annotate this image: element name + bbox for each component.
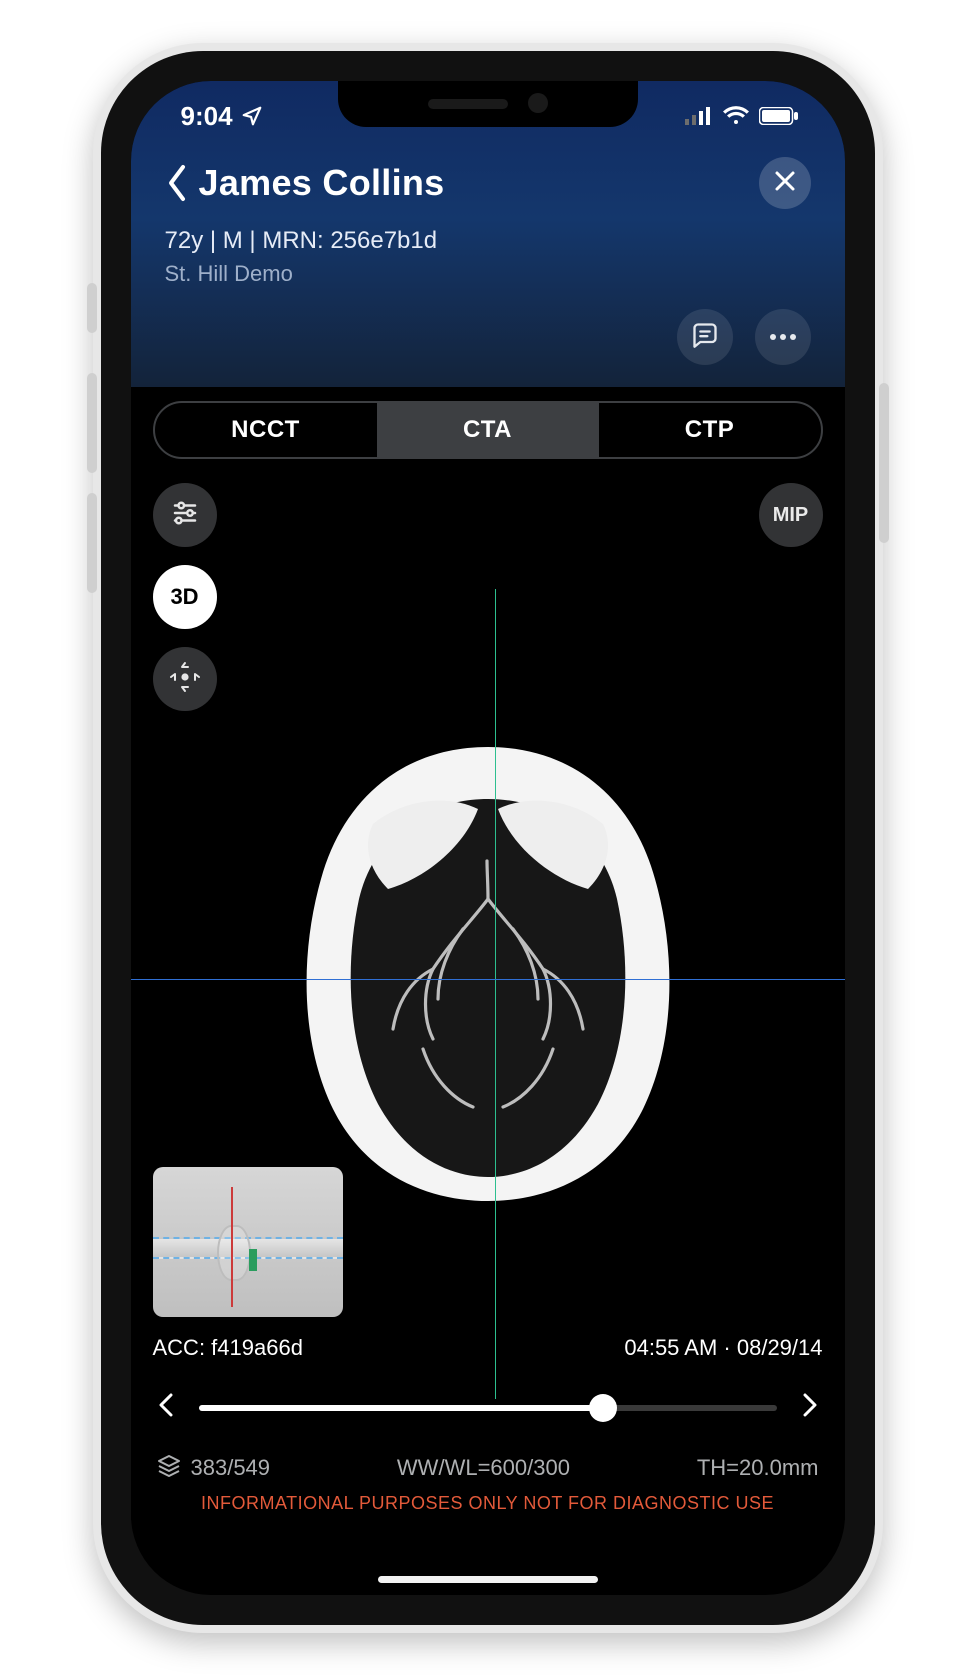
crosshair-horizontal	[131, 979, 845, 980]
location-icon	[241, 105, 263, 127]
battery-icon	[759, 107, 799, 125]
more-icon	[769, 328, 797, 346]
sliders-icon	[170, 498, 200, 533]
series-tabs: NCCT CTA CTP	[131, 387, 845, 459]
next-slice-button[interactable]	[797, 1392, 823, 1423]
volume-up-button	[87, 373, 97, 473]
prev-slice-button[interactable]	[153, 1392, 179, 1423]
back-button[interactable]: James Collins	[165, 162, 445, 204]
image-viewer[interactable]: 3D MIP	[131, 459, 845, 1439]
layers-icon	[157, 1453, 181, 1483]
chat-button[interactable]	[677, 309, 733, 365]
home-indicator[interactable]	[378, 1576, 598, 1583]
tab-cta[interactable]: CTA	[377, 403, 599, 457]
three-d-label: 3D	[170, 584, 198, 610]
settings-button[interactable]	[153, 483, 217, 547]
status-time: 9:04	[181, 101, 233, 132]
tab-cta-label: CTA	[463, 416, 512, 444]
facility-name: St. Hill Demo	[165, 261, 811, 287]
three-d-button[interactable]: 3D	[153, 565, 217, 629]
scrubber-track[interactable]	[199, 1405, 777, 1411]
power-button	[879, 383, 889, 543]
tab-ncct-label: NCCT	[231, 416, 300, 444]
ct-slice-image	[273, 739, 703, 1209]
notch	[338, 81, 638, 127]
accession-label: ACC: f419a66d	[153, 1335, 303, 1361]
mip-label: MIP	[773, 504, 809, 527]
mip-button[interactable]: MIP	[759, 483, 823, 547]
volume-down-button	[87, 493, 97, 593]
tab-ctp[interactable]: CTP	[599, 403, 821, 457]
slice-thickness: TH=20.0mm	[697, 1455, 819, 1481]
device-frame: 9:04	[0, 0, 975, 1676]
tab-ncct[interactable]: NCCT	[155, 403, 377, 457]
pan-icon	[168, 660, 202, 699]
wifi-icon	[723, 106, 749, 126]
disclaimer: INFORMATIONAL PURPOSES ONLY NOT FOR DIAG…	[157, 1493, 819, 1514]
scrubber-thumb[interactable]	[589, 1394, 617, 1422]
slice-count: 383/549	[191, 1455, 271, 1481]
slice-scrubber[interactable]	[153, 1392, 823, 1423]
crosshair-vertical	[495, 589, 496, 1399]
patient-name: James Collins	[199, 162, 445, 204]
orientation-inset[interactable]	[153, 1167, 343, 1317]
pan-button[interactable]	[153, 647, 217, 711]
mute-switch	[87, 283, 97, 333]
window-level: WW/WL=600/300	[397, 1455, 570, 1481]
patient-subline: 72y | M | MRN: 256e7b1d	[165, 227, 811, 255]
phone-bezel: 9:04	[101, 51, 875, 1625]
close-button[interactable]	[759, 157, 811, 209]
more-button[interactable]	[755, 309, 811, 365]
cellular-icon	[685, 107, 713, 125]
screen: 9:04	[131, 81, 845, 1595]
tab-ctp-label: CTP	[685, 416, 735, 444]
study-datetime: 04:55 AM · 08/29/14	[624, 1335, 822, 1361]
viewer-footer: 383/549 WW/WL=600/300 TH=20.0mm INFORMAT…	[131, 1439, 845, 1520]
close-icon	[773, 169, 797, 198]
scrubber-fill	[199, 1405, 604, 1411]
phone-body: 9:04	[93, 43, 883, 1633]
chat-icon	[691, 321, 719, 354]
chevron-left-icon	[165, 163, 189, 203]
